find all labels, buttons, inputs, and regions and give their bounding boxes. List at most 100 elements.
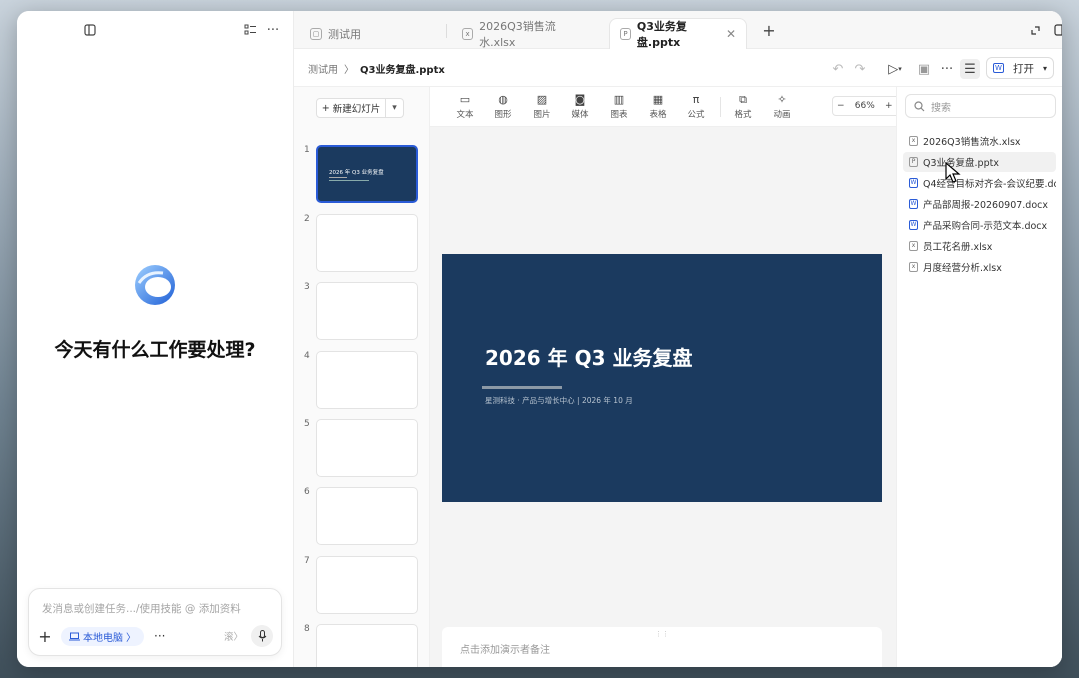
new-slide-label: 新建幻灯片 xyxy=(332,104,381,115)
assistant-panel: ··· 今天有什么工作要处理? 发消息或创建任务.../使用技能 @ 添加资料 … xyxy=(17,11,294,667)
composer-input[interactable]: 发消息或创建任务.../使用技能 @ 添加资料 xyxy=(42,601,241,616)
tool-animation[interactable]: ✧ 动画 xyxy=(767,92,797,120)
more-icon[interactable]: ··· xyxy=(263,20,283,40)
insert-toolbar: ▭ 文本 ◍ 图形 ▨ 图片 ◙ 媒体 ▥ 图表 ▦ 表格 π 公式 ⧉ 格式 ✧ 动画 − 66… xyxy=(430,87,904,127)
open-with-button[interactable]: W 打开 ▾ xyxy=(986,57,1054,79)
laptop-icon xyxy=(69,632,80,640)
xlsx-file-icon: x xyxy=(909,241,918,251)
tab-test-folder[interactable]: ▢ 测试用 xyxy=(300,18,450,49)
new-tab-icon[interactable]: + xyxy=(759,20,779,40)
tool-shape[interactable]: ◍ 图形 xyxy=(488,92,518,120)
folder-icon: ▢ xyxy=(310,27,322,40)
panel-toggle-icon[interactable] xyxy=(1050,20,1062,40)
file-item[interactable]: x 月度经营分析.xlsx xyxy=(903,257,1056,277)
slide-thumb-row[interactable]: 4 xyxy=(294,351,430,411)
assistant-logo xyxy=(133,263,177,307)
file-name: 月度经营分析.xlsx xyxy=(923,263,1002,274)
close-tab-icon[interactable]: ✕ xyxy=(726,27,736,41)
tab-label: Q3业务复盘.pptx xyxy=(636,20,687,49)
slide-thumbnails-panel: + 新建幻灯片 ▾ 1 2026 年 Q3 业务复盘 2 3 4 5 6 7 8 xyxy=(294,87,430,667)
undo-icon[interactable]: ↶ xyxy=(828,59,848,79)
slide-number: 1 xyxy=(304,145,310,155)
file-item[interactable]: x 2026Q3销售流水.xlsx xyxy=(903,131,1056,151)
add-icon[interactable]: + xyxy=(37,627,53,646)
new-slide-dropdown[interactable]: ▾ xyxy=(386,98,404,118)
docx-file-icon: W xyxy=(909,199,918,209)
speaker-notes[interactable]: ⋮⋮ 点击添加演示者备注 xyxy=(442,627,882,667)
tool-image[interactable]: ▨ 图片 xyxy=(527,92,557,120)
slide-number: 3 xyxy=(304,282,310,292)
tab-label: 测试用 xyxy=(328,27,361,41)
list-icon[interactable] xyxy=(240,20,260,40)
file-item[interactable]: W Q4经营目标对齐会-会议纪要.docx xyxy=(903,173,1056,193)
tab-q3-review-pptx[interactable]: P Q3业务复盘.pptx ✕ xyxy=(609,18,747,49)
file-name: 产品采购合同-示范文本.docx xyxy=(923,221,1048,232)
redo-icon[interactable]: ↷ xyxy=(850,59,870,79)
slide-thumbnail[interactable] xyxy=(316,214,418,272)
slide-thumbnail[interactable] xyxy=(316,556,418,614)
save-icon[interactable]: ▣ xyxy=(914,59,934,79)
notes-placeholder[interactable]: 点击添加演示者备注 xyxy=(460,641,550,656)
minimize-window-icon[interactable] xyxy=(1025,20,1045,40)
message-composer[interactable]: 发消息或创建任务.../使用技能 @ 添加资料 + 本地电脑 〉 ··· 滚〉 xyxy=(28,588,282,656)
slide-thumb-row[interactable]: 2 xyxy=(294,214,430,274)
slide-thumb-row[interactable]: 6 xyxy=(294,487,430,547)
slide-thumbnail[interactable] xyxy=(316,351,418,409)
right-hint[interactable]: 滚〉 xyxy=(224,629,243,643)
file-search-input[interactable]: 搜索 xyxy=(905,94,1056,118)
file-list-panel: 搜索 x 2026Q3销售流水.xlsx P Q3业务复盘.pptx W Q4经营目标… xyxy=(896,87,1062,667)
file-name: 2026Q3销售流水.xlsx xyxy=(923,137,1021,148)
tool-media[interactable]: ◙ 媒体 xyxy=(565,92,595,120)
tool-table[interactable]: ▦ 表格 xyxy=(643,92,673,120)
slide-thumb-row[interactable]: 5 xyxy=(294,419,430,479)
chip-caret: 〉 xyxy=(126,632,136,644)
slide-title[interactable]: 2026 年 Q3 业务复盘 xyxy=(485,342,692,371)
document-header: 测试用 〉 Q3业务复盘.pptx ↶ ↷ ▷ ▾ ▣ ··· ☰ W 打开 ▾ xyxy=(294,49,1062,87)
local-computer-chip[interactable]: 本地电脑 〉 xyxy=(61,626,144,646)
slide-number: 8 xyxy=(304,624,310,634)
image-icon: ▨ xyxy=(536,93,548,106)
slide-thumbnail[interactable] xyxy=(316,282,418,340)
file-item[interactable]: x 员工花名册.xlsx xyxy=(903,236,1056,256)
slide-thumbnail[interactable] xyxy=(316,487,418,545)
breadcrumb-root[interactable]: 测试用 xyxy=(308,61,338,76)
more-actions-icon[interactable]: ··· xyxy=(937,59,957,79)
file-item[interactable]: P Q3业务复盘.pptx xyxy=(903,152,1056,172)
play-icon[interactable]: ▷ ▾ xyxy=(882,59,908,79)
tool-text[interactable]: ▭ 文本 xyxy=(450,92,480,120)
chart-icon: ▥ xyxy=(613,93,625,106)
zoom-level: 66% xyxy=(854,101,875,111)
slide-thumbnail[interactable] xyxy=(316,624,418,667)
slide-thumbnail-selected[interactable]: 2026 年 Q3 业务复盘 xyxy=(316,145,418,203)
slide-thumb-row[interactable]: 8 xyxy=(294,624,430,667)
word-app-icon: W xyxy=(993,63,1004,73)
zoom-control[interactable]: − 66% + › xyxy=(832,96,904,116)
tab-sales-xlsx[interactable]: x 2026Q3销售流水.xlsx xyxy=(452,18,592,49)
tool-format[interactable]: ⧉ 格式 xyxy=(728,92,758,120)
slide-thumb-row[interactable]: 3 xyxy=(294,282,430,342)
format-icon: ⧉ xyxy=(739,93,747,106)
slide-thumbnail[interactable] xyxy=(316,419,418,477)
slide-canvas[interactable]: 2026 年 Q3 业务复盘 星测科技 · 产品与增长中心 | 2026 年 1… xyxy=(442,254,882,502)
slide-number: 5 xyxy=(304,419,310,429)
slide-thumb-row[interactable]: 1 2026 年 Q3 业务复盘 xyxy=(294,145,430,205)
tool-chart[interactable]: ▥ 图表 xyxy=(604,92,634,120)
tab-bar: ▢ 测试用 x 2026Q3销售流水.xlsx P Q3业务复盘.pptx ✕ … xyxy=(294,11,1062,49)
slide-number: 2 xyxy=(304,214,310,224)
slide-thumb-row[interactable]: 7 xyxy=(294,556,430,616)
new-slide-button[interactable]: + 新建幻灯片 xyxy=(316,98,386,118)
zoom-out-icon[interactable]: − xyxy=(837,101,845,111)
microphone-icon[interactable] xyxy=(251,625,273,647)
media-icon: ◙ xyxy=(574,93,586,106)
menu-icon[interactable]: ☰ xyxy=(960,59,980,79)
file-item[interactable]: W 产品采购合同-示范文本.docx xyxy=(903,215,1056,235)
file-name: 员工花名册.xlsx xyxy=(923,242,993,253)
file-item[interactable]: W 产品部周报-20260907.docx xyxy=(903,194,1056,214)
slide-subtitle[interactable]: 星测科技 · 产品与增长中心 | 2026 年 10 月 xyxy=(485,395,633,406)
tool-formula[interactable]: π 公式 xyxy=(681,92,711,120)
more-options-icon[interactable]: ··· xyxy=(154,629,165,643)
xlsx-file-icon: x xyxy=(909,136,918,146)
sidebar-toggle-icon[interactable] xyxy=(80,20,100,40)
resize-grip-icon[interactable]: ⋮⋮ xyxy=(655,630,669,638)
slide-number: 7 xyxy=(304,556,310,566)
